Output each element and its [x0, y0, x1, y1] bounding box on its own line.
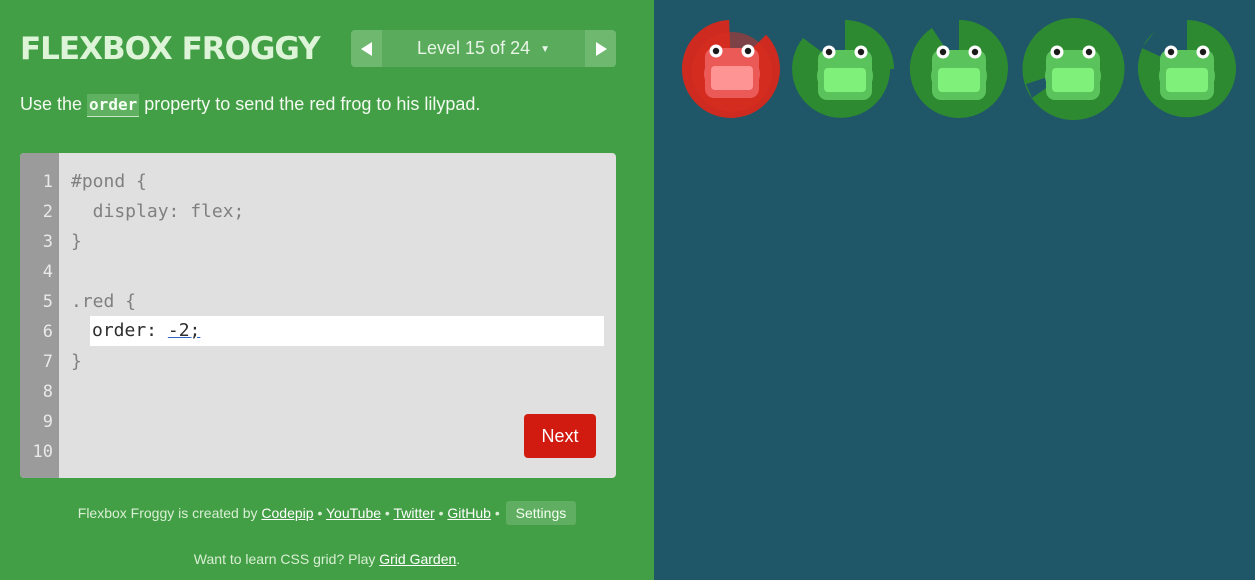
- level-selector[interactable]: Level 15 of 24 ▼: [382, 30, 585, 67]
- game-logo: FLEXBOX FROGGY: [20, 31, 321, 67]
- line-number: 9: [42, 412, 53, 432]
- next-level-button[interactable]: [585, 30, 616, 67]
- pond: [654, 0, 1255, 580]
- instructions-text: Use the: [20, 94, 88, 114]
- line-number: 7: [42, 352, 53, 372]
- red-frog-on-lilypad: [676, 14, 786, 124]
- code-line: }: [71, 231, 82, 252]
- grid-garden-promo: Want to learn CSS grid? Play Grid Garden…: [0, 547, 654, 571]
- separator: •: [381, 505, 394, 521]
- footer-credits: Flexbox Froggy is created by Codepip • Y…: [0, 501, 654, 525]
- green-frog-on-lilypad: [904, 14, 1014, 124]
- green-lilypad-icon: [1138, 20, 1236, 118]
- github-link[interactable]: GitHub: [447, 505, 491, 521]
- css-editor: 1 2 3 4 5 6 7 8 9 10 #pond { display: fl…: [20, 153, 616, 478]
- arrow-left-icon: [361, 42, 372, 56]
- youtube-link[interactable]: YouTube: [326, 505, 381, 521]
- promo-text-end: .: [456, 551, 461, 567]
- line-number: 8: [42, 382, 53, 402]
- sidebar: FLEXBOX FROGGY Level 15 of 24 ▼ Use the o…: [0, 0, 654, 580]
- green-frog-on-lilypad: [790, 14, 900, 124]
- green-lilypad-icon: [792, 20, 894, 118]
- level-label: Level 15 of 24: [417, 38, 531, 58]
- settings-button[interactable]: Settings: [505, 501, 577, 525]
- line-number: 3: [42, 232, 53, 252]
- separator: •: [434, 505, 448, 521]
- code-input-value: -2;: [167, 320, 201, 341]
- level-navigation: Level 15 of 24 ▼: [351, 30, 616, 67]
- green-frog-on-lilypad: [1132, 14, 1242, 124]
- instructions-text-end: property to send the red frog to his lil…: [139, 94, 481, 114]
- code-input-property: order:: [92, 320, 168, 341]
- line-number: 2: [42, 202, 53, 222]
- red-lilypad-icon: [681, 20, 780, 118]
- promo-text: Want to learn CSS grid? Play: [193, 551, 380, 567]
- footer-text: Flexbox Froggy is created by: [77, 505, 262, 521]
- code-line: #pond {: [71, 171, 147, 192]
- twitter-link[interactable]: Twitter: [393, 505, 434, 521]
- code-line: }: [71, 351, 82, 372]
- separator: •: [313, 505, 326, 521]
- line-number: 5: [42, 292, 53, 312]
- green-frog-on-lilypad: [1018, 14, 1128, 124]
- green-lilypad-icon: [1022, 17, 1125, 120]
- line-number: 10: [32, 442, 53, 462]
- line-number-gutter: 1 2 3 4 5 6 7 8 9 10: [20, 153, 59, 478]
- line-number: 1: [42, 172, 53, 192]
- separator: •: [490, 505, 504, 521]
- previous-level-button[interactable]: [351, 30, 382, 67]
- code-line: .red {: [71, 291, 137, 312]
- caret-down-icon: ▼: [540, 44, 550, 55]
- code-line: display: flex;: [71, 201, 245, 222]
- line-number: 6: [42, 322, 53, 342]
- codepip-link[interactable]: Codepip: [261, 505, 313, 521]
- line-number: 4: [42, 262, 53, 282]
- grid-garden-link[interactable]: Grid Garden: [379, 551, 456, 567]
- next-button[interactable]: Next: [524, 414, 596, 458]
- green-lilypad-icon: [909, 19, 1009, 118]
- level-instructions: Use the order property to send the red f…: [20, 90, 480, 119]
- property-code: order: [87, 94, 140, 117]
- css-code-input[interactable]: order: -2;: [90, 316, 604, 346]
- arrow-right-icon: [596, 42, 607, 56]
